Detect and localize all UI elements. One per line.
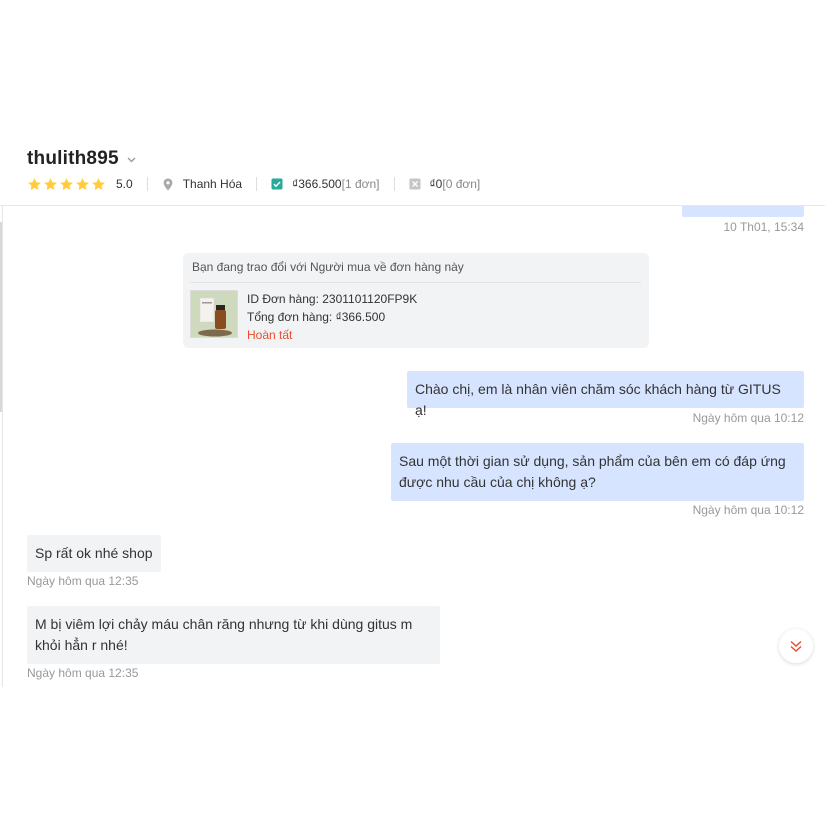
divider xyxy=(190,282,641,283)
cancelled-amount: ₫0 xyxy=(429,177,443,191)
message-timestamp: Ngày hôm qua 10:12 xyxy=(692,411,804,425)
star-icon xyxy=(76,177,89,190)
message-timestamp: 10 Th01, 15:34 xyxy=(723,220,804,234)
divider xyxy=(256,177,258,191)
message-timestamp: Ngày hôm qua 12:35 xyxy=(27,574,139,588)
star-icon xyxy=(92,177,105,190)
chat-header: thulith895 5.0 Thanh Hóa ₫366.500 [1 đơn… xyxy=(0,137,825,206)
buyer-stats: 5.0 Thanh Hóa ₫366.500 [1 đơn] ₫0 [0 đơn… xyxy=(27,176,480,192)
message-timestamp: Ngày hôm qua 10:12 xyxy=(692,503,804,517)
panel-scroll-edge xyxy=(0,222,2,412)
chat-window: thulith895 5.0 Thanh Hóa ₫366.500 [1 đơn… xyxy=(0,0,825,825)
cancel-square-icon xyxy=(409,177,421,191)
star-icon xyxy=(28,177,41,190)
check-square-icon xyxy=(271,177,283,191)
scroll-to-bottom-button[interactable] xyxy=(779,629,813,663)
buyer-location: Thanh Hóa xyxy=(182,177,243,191)
divider xyxy=(146,177,148,191)
order-status: Hoàn tất xyxy=(247,328,293,342)
order-details: ID Đơn hàng: 2301101120FP9K Tổng đơn hàn… xyxy=(247,290,417,344)
rating-value: 5.0 xyxy=(116,177,133,191)
product-thumbnail[interactable] xyxy=(190,290,238,338)
divider xyxy=(393,177,395,191)
star-icon xyxy=(60,177,73,190)
username-dropdown[interactable]: thulith895 xyxy=(27,148,137,170)
order-info-card[interactable]: Bạn đang trao đổi với Người mua về đơn h… xyxy=(183,253,649,348)
completed-count: [1 đơn] xyxy=(341,177,380,191)
location-pin-icon xyxy=(162,177,174,191)
order-card-title: Bạn đang trao đổi với Người mua về đơn h… xyxy=(192,260,464,274)
message-bubble-outgoing: Chào chị, em là nhân viên chăm sóc khách… xyxy=(407,371,804,418)
chevron-down-icon[interactable] xyxy=(127,155,137,165)
panel-divider xyxy=(2,137,3,687)
message-bubble-incoming: M bị viêm lợi chảy máu chân răng nhưng t… xyxy=(27,606,440,664)
order-total: Tổng đơn hàng: ₫366.500 xyxy=(247,310,386,324)
order-id: ID Đơn hàng: 2301101120FP9K xyxy=(247,292,418,306)
username[interactable]: thulith895 xyxy=(27,148,119,170)
message-bubble-outgoing: Sau một thời gian sử dụng, sản phẩm của … xyxy=(391,443,804,501)
double-chevron-down-icon[interactable] xyxy=(789,639,803,653)
star-icon xyxy=(44,177,57,190)
message-timestamp: Ngày hôm qua 12:35 xyxy=(27,666,139,680)
rating-stars xyxy=(27,177,106,192)
completed-amount: ₫366.500 xyxy=(292,177,342,191)
cancelled-count: [0 đơn] xyxy=(442,177,481,191)
message-bubble-incoming: Sp rất ok nhé shop xyxy=(27,535,161,572)
